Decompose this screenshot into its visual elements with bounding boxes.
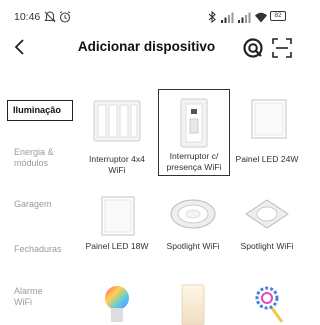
sidebar-item-alarme[interactable]: Alarme WiFi: [14, 286, 54, 308]
rgb-bulb-image: [105, 286, 129, 322]
battery-level: 82: [274, 12, 282, 19]
table-lamp-image: [181, 284, 205, 325]
device-card-bulb[interactable]: [82, 282, 152, 325]
sidebar-item-energia[interactable]: Energia & módulos: [14, 147, 62, 169]
status-time: 10:46: [14, 11, 41, 23]
sidebar-item-garagem[interactable]: Garagem: [14, 199, 82, 210]
sidebar-item-iluminacao[interactable]: Iluminação: [7, 100, 73, 121]
spotlight-image: [158, 194, 228, 238]
wifi-icon: [255, 12, 267, 23]
device-card-painel-24w[interactable]: Painel LED 24W: [232, 95, 302, 165]
device-label: Spotlight WiFi: [166, 241, 220, 251]
header: Adicionar dispositivo: [0, 32, 293, 66]
device-label: Interruptor c/ presença WiFi: [166, 151, 222, 172]
device-card-spotlight-1[interactable]: Spotlight WiFi: [158, 194, 228, 252]
device-card-spotlight-2[interactable]: Spotlight WiFi: [232, 194, 302, 252]
device-label: Painel LED 18W: [85, 241, 149, 251]
scan-icon[interactable]: [271, 37, 293, 59]
signal-icon: [221, 12, 234, 23]
battery-icon: 82: [270, 11, 286, 21]
led-strip-image: [255, 286, 284, 323]
device-label: Interruptor 4x4 WiFi: [89, 154, 145, 175]
led-panel-image: [82, 194, 152, 238]
led-panel-image: [232, 95, 302, 151]
device-card-led-strip[interactable]: [232, 282, 302, 325]
device-card-lamp[interactable]: [158, 282, 228, 325]
device-card-interruptor-4x4[interactable]: Interruptor 4x4 WiFi: [82, 95, 152, 175]
bluetooth-icon: [208, 10, 216, 24]
spotlight-square-image: [232, 194, 302, 238]
switch-4x4-image: [82, 95, 152, 151]
device-label: Spotlight WiFi: [240, 241, 294, 251]
brand-icon[interactable]: [242, 37, 264, 59]
mute-icon: [44, 11, 56, 23]
signal-icon-2: [238, 12, 251, 23]
sidebar-item-fechaduras[interactable]: Fechaduras: [14, 244, 82, 255]
alarm-icon: [59, 11, 71, 23]
device-card-interruptor-presenca[interactable]: Interruptor c/ presença WiFi: [158, 89, 230, 176]
status-bar: 10:46 82: [0, 0, 293, 34]
presence-switch-image: [159, 95, 229, 151]
device-label: Painel LED 24W: [235, 154, 299, 164]
device-card-painel-18w[interactable]: Painel LED 18W: [82, 194, 152, 252]
